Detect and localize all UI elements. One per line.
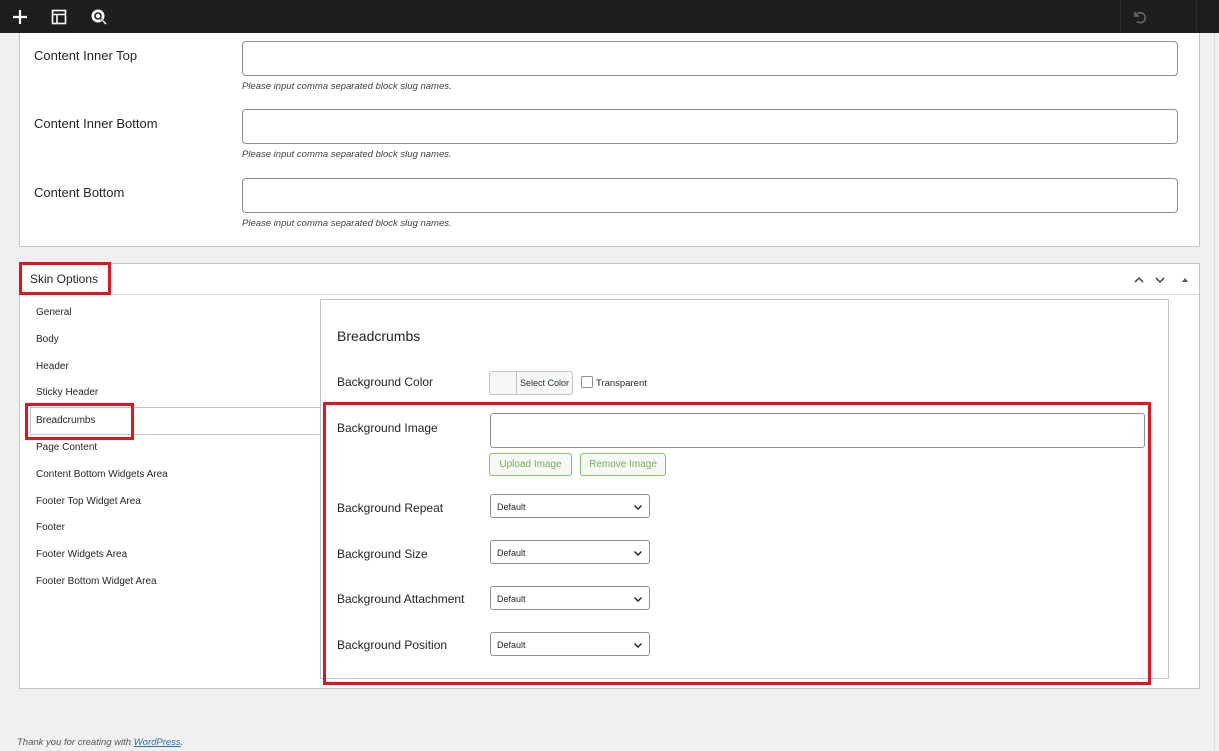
skin-options-highlight — [19, 262, 111, 295]
content-inner-top-label: Content Inner Top — [34, 48, 138, 63]
wordpress-link[interactable]: WordPress — [134, 737, 181, 748]
nav-item-general[interactable]: General — [36, 307, 72, 318]
badge-button[interactable] — [82, 0, 116, 33]
move-up-button[interactable] — [1130, 271, 1148, 289]
nav-item-footer[interactable]: Footer — [36, 522, 65, 533]
toggle-panel-button[interactable] — [1176, 271, 1194, 289]
layout-icon — [51, 9, 67, 24]
chevron-down-icon — [1155, 277, 1165, 284]
nav-item-footer-bottom-widget-area[interactable]: Footer Bottom Widget Area — [36, 576, 157, 587]
undo-icon — [1133, 11, 1146, 23]
chevron-up-icon — [1134, 276, 1144, 283]
nav-item-footer-top-widget-area[interactable]: Footer Top Widget Area — [36, 496, 141, 507]
nav-item-header[interactable]: Header — [36, 361, 69, 372]
section-title: Breadcrumbs — [337, 328, 421, 344]
move-down-button[interactable] — [1151, 271, 1169, 289]
content-inner-bottom-input[interactable] — [242, 109, 1178, 144]
sidebar-edge — [1214, 33, 1219, 751]
content-bottom-label: Content Bottom — [34, 185, 125, 200]
background-color-label: Background Color — [337, 375, 434, 389]
skin-options-header: Skin Options — [20, 264, 1199, 295]
plus-icon — [13, 9, 27, 24]
transparent-checkbox[interactable] — [581, 376, 593, 388]
content-bottom-description: Please input comma separated block slug … — [242, 218, 452, 229]
add-block-button[interactable] — [3, 0, 37, 33]
nav-item-sticky-header[interactable]: Sticky Header — [36, 387, 98, 398]
block-slugs-panel: Content Inner Top Please input comma sep… — [19, 33, 1200, 247]
select-color-label: Select Color — [519, 378, 570, 388]
content-bottom-input[interactable] — [242, 178, 1178, 213]
content-inner-bottom-description: Please input comma separated block slug … — [242, 149, 452, 160]
select-color-button[interactable]: Select Color — [489, 371, 573, 395]
footer-suffix: . — [180, 737, 184, 748]
editor-toolbar — [0, 0, 1219, 33]
content-inner-top-input[interactable] — [242, 41, 1178, 76]
admin-footer: Thank you for creating with WordPress. — [17, 737, 183, 748]
content-inner-top-description: Please input comma separated block slug … — [242, 81, 452, 92]
toolbar-divider — [1196, 0, 1197, 33]
nav-item-content-bottom-widgets-area[interactable]: Content Bottom Widgets Area — [36, 469, 168, 480]
caret-up-icon — [1182, 278, 1188, 282]
footer-thanks-text: Thank you for creating with — [17, 737, 134, 748]
badge-icon — [91, 9, 107, 24]
nav-item-page-content[interactable]: Page Content — [36, 442, 97, 453]
color-swatch — [490, 372, 517, 394]
nav-item-body[interactable]: Body — [36, 334, 59, 345]
layout-button[interactable] — [42, 0, 76, 33]
content-inner-bottom-label: Content Inner Bottom — [34, 116, 158, 131]
undo-button[interactable] — [1120, 0, 1156, 33]
transparent-label: Transparent — [596, 378, 647, 389]
nav-item-footer-widgets-area[interactable]: Footer Widgets Area — [36, 549, 127, 560]
background-settings-highlight — [323, 402, 1151, 685]
breadcrumbs-tab-highlight — [25, 403, 134, 440]
